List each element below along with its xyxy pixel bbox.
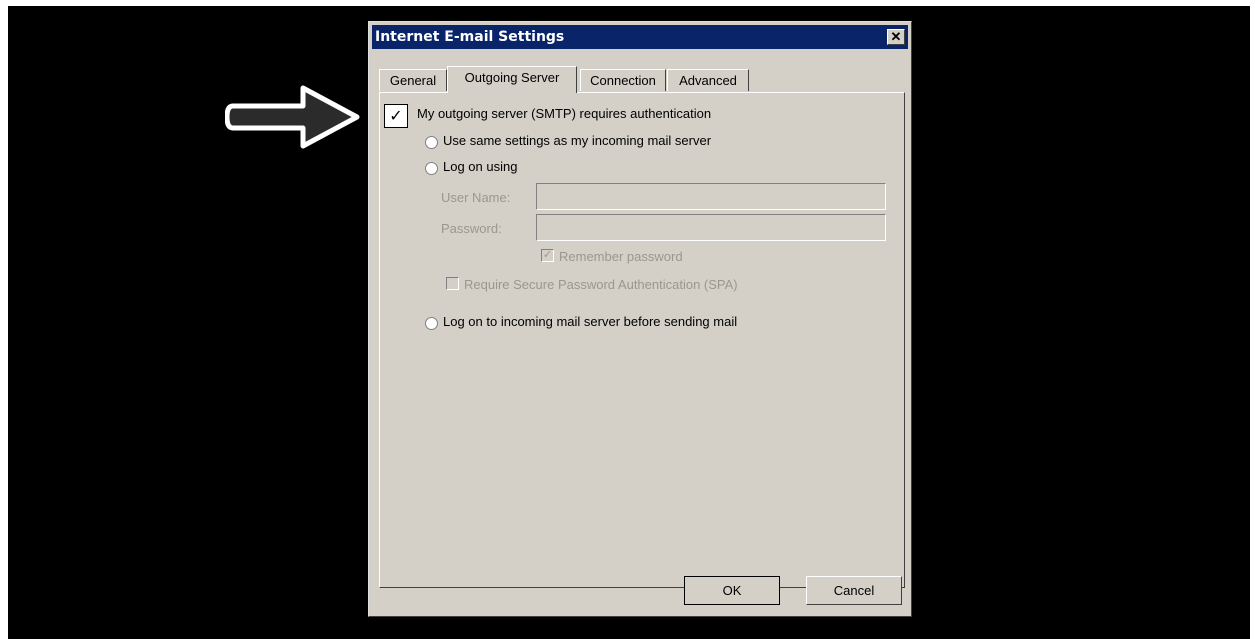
tab-connection-label: Connection — [590, 73, 656, 88]
tab-advanced[interactable]: Advanced — [667, 69, 749, 91]
password-field[interactable] — [536, 214, 886, 241]
remember-password-label: Remember password — [559, 249, 683, 264]
remember-checkmark-icon: ✓ — [542, 249, 553, 261]
arrow-right-icon — [225, 85, 360, 149]
password-label: Password: — [441, 221, 502, 236]
tab-general-label: General — [389, 73, 437, 88]
close-button[interactable]: ✕ — [887, 29, 905, 45]
cancel-button[interactable]: Cancel — [806, 576, 902, 605]
spa-checkbox[interactable] — [446, 277, 459, 290]
tab-outgoing-server-label: Outgoing Server — [464, 70, 560, 85]
requires-auth-checkbox[interactable]: ✓ — [384, 104, 408, 128]
radio-same-settings[interactable] — [425, 136, 438, 149]
radio-same-settings-label: Use same settings as my incoming mail se… — [443, 133, 712, 148]
radio-log-on-incoming[interactable] — [425, 317, 438, 330]
cancel-button-label: Cancel — [833, 583, 875, 598]
requires-auth-label: My outgoing server (SMTP) requires authe… — [417, 106, 712, 121]
user-name-label: User Name: — [441, 190, 511, 205]
remember-password-checkbox[interactable]: ✓ — [541, 249, 554, 262]
dialog-title: Internet E-mail Settings — [375, 29, 565, 45]
tab-connection[interactable]: Connection — [580, 69, 666, 91]
radio-log-on-using-label: Log on using — [443, 159, 518, 174]
checkmark-icon: ✓ — [389, 106, 403, 125]
spa-label: Require Secure Password Authentication (… — [464, 277, 738, 292]
tab-general[interactable]: General — [379, 69, 447, 91]
tab-outgoing-server[interactable]: Outgoing Server — [447, 66, 577, 93]
radio-log-on-using[interactable] — [425, 162, 438, 175]
ok-button[interactable]: OK — [684, 576, 780, 605]
close-icon: ✕ — [890, 29, 902, 44]
dialog-title-bar: Internet E-mail Settings — [372, 25, 908, 49]
user-name-field[interactable] — [536, 183, 886, 210]
radio-log-on-incoming-label: Log on to incoming mail server before se… — [443, 314, 738, 329]
tab-advanced-label: Advanced — [679, 73, 737, 88]
ok-button-label: OK — [722, 583, 742, 598]
